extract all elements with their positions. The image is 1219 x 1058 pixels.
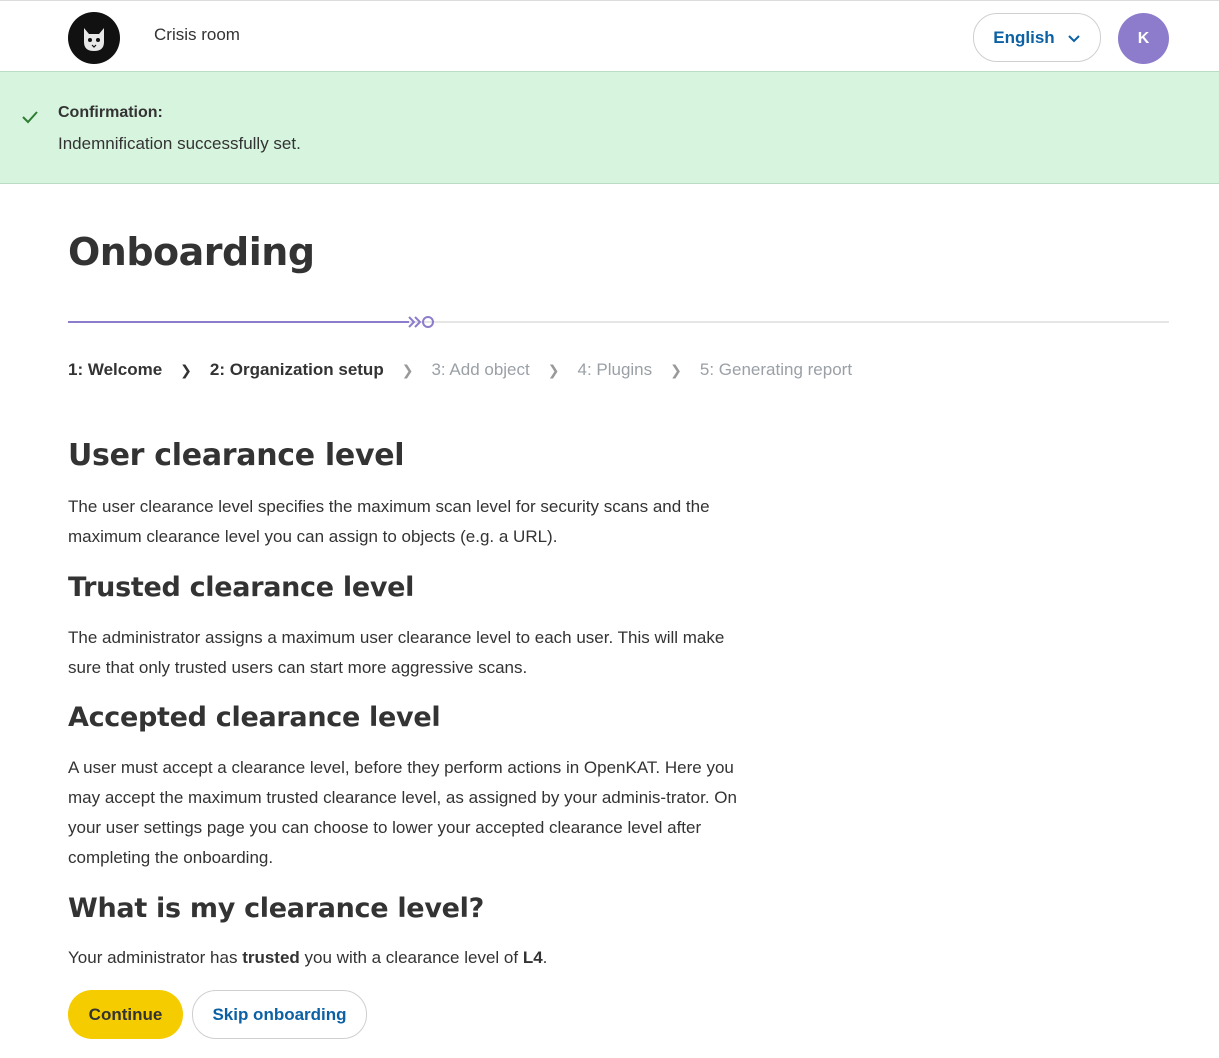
crisis-room-link[interactable]: Crisis room bbox=[154, 25, 240, 45]
chevron-down-icon bbox=[1067, 34, 1080, 42]
language-label: English bbox=[993, 27, 1055, 47]
cat-logo-icon-graphic bbox=[84, 28, 104, 51]
confirmation-alert: Confirmation: Indemnification successful… bbox=[0, 71, 1219, 184]
chevron-right-icon: ❯ bbox=[670, 361, 682, 378]
step-add-object: 3: Add object bbox=[431, 360, 530, 379]
alert-title: Confirmation: bbox=[58, 104, 163, 121]
accepted-clearance-heading: Accepted clearance level bbox=[68, 702, 441, 733]
accepted-clearance-text: A user must accept a clearance level, be… bbox=[68, 758, 737, 867]
language-selector-button[interactable]: English bbox=[973, 13, 1101, 62]
step-plugins: 4: Plugins bbox=[577, 360, 653, 379]
onboarding-progress-bar bbox=[68, 316, 1169, 328]
skip-onboarding-button[interactable]: Skip onboarding bbox=[192, 990, 367, 1039]
onboarding-steps: 1: Welcome ❯ 2: Organization setup ❯ 3: … bbox=[68, 360, 852, 380]
trusted-emphasis: trusted bbox=[242, 948, 300, 967]
chevron-right-icon: ❯ bbox=[180, 361, 192, 378]
trusted-clearance-heading: Trusted clearance level bbox=[68, 572, 415, 603]
top-navigation-bar: Crisis room English K bbox=[0, 0, 1219, 72]
check-icon bbox=[22, 111, 38, 124]
statement-suffix: . bbox=[542, 948, 548, 967]
chevron-right-icon: ❯ bbox=[547, 361, 560, 378]
chevron-right-icon: ❯ bbox=[401, 361, 414, 378]
trusted-clearance-text: The administrator assigns a maximum user… bbox=[68, 628, 725, 677]
user-clearance-heading: User clearance level bbox=[68, 438, 405, 473]
step-welcome[interactable]: 1: Welcome bbox=[68, 360, 162, 380]
step-organization-setup[interactable]: 2: Organization setup bbox=[210, 360, 384, 380]
what-is-my-clearance-heading: What is my clearance level? bbox=[68, 893, 484, 924]
user-clearance-text: The user clearance level specifies the m… bbox=[68, 497, 710, 546]
clearance-level-statement: Your administrator has trusted you with … bbox=[68, 943, 758, 973]
statement-prefix: Your administrator has bbox=[68, 948, 243, 967]
continue-button[interactable]: Continue bbox=[68, 990, 183, 1039]
alert-message: Indemnification successfully set. bbox=[58, 134, 301, 153]
step-generating-report: 5: Generating report bbox=[699, 360, 853, 379]
cat-logo-icon[interactable] bbox=[68, 12, 120, 64]
user-avatar[interactable]: K bbox=[1118, 13, 1169, 64]
page-title: Onboarding bbox=[68, 230, 315, 274]
clearance-level-value: L4 bbox=[522, 948, 543, 967]
statement-middle: you with a clearance level of bbox=[299, 948, 523, 967]
